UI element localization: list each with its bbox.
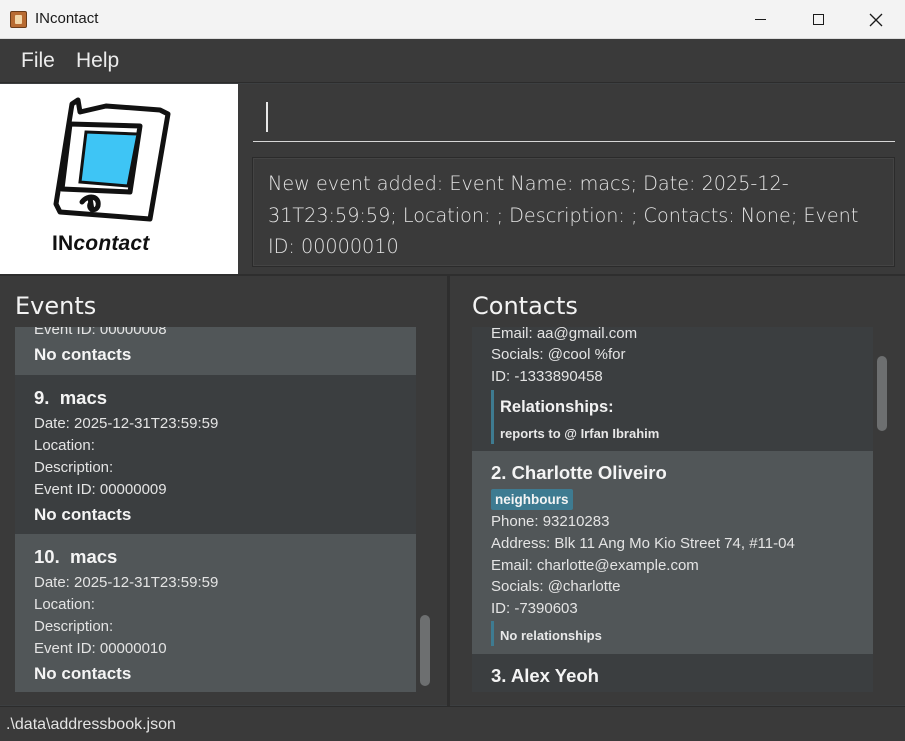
event-description: Description: bbox=[34, 459, 114, 476]
event-id: Event ID: 00000008 bbox=[34, 327, 167, 338]
column-divider[interactable] bbox=[447, 276, 450, 706]
title-bar: INcontact bbox=[0, 0, 905, 39]
text-caret bbox=[266, 102, 268, 132]
event-contacts: No contacts bbox=[34, 345, 132, 364]
close-icon bbox=[869, 13, 883, 26]
tablet-logo-icon bbox=[53, 97, 171, 222]
contact-tag: neighbours bbox=[491, 489, 573, 510]
panel-divider bbox=[0, 274, 905, 276]
relationship-item: reports to @ Irfan Ibrahim bbox=[500, 426, 660, 441]
contact-id: ID: -7390603 bbox=[491, 600, 578, 617]
contact-card[interactable]: 3. Alex Yeoh bbox=[472, 654, 873, 692]
contacts-scrollbar-thumb[interactable] bbox=[877, 356, 887, 431]
event-id: Event ID: 00000010 bbox=[34, 640, 167, 657]
maximize-icon bbox=[812, 14, 824, 25]
contact-email: Email: aa@gmail.com bbox=[491, 327, 638, 342]
save-location: .\data\addressbook.json bbox=[6, 716, 176, 733]
contact-name: 2. Charlotte Oliveiro bbox=[491, 462, 667, 483]
logo-panel: INcontact bbox=[0, 84, 238, 274]
status-bar: .\data\addressbook.json bbox=[0, 706, 905, 741]
event-contacts: No contacts bbox=[34, 505, 132, 524]
logo-text: INcontact bbox=[52, 232, 150, 255]
events-list[interactable]: Event ID: 00000008 No contacts 9. macs D… bbox=[15, 327, 416, 692]
event-location: Location: bbox=[34, 437, 95, 454]
relationship-bar bbox=[491, 390, 494, 444]
contact-address: Address: Blk 11 Ang Mo Kio Street 74, #1… bbox=[491, 535, 795, 552]
event-date: Date: 2025-12-31T23:59:59 bbox=[34, 415, 219, 432]
contacts-heading: Contacts bbox=[472, 292, 578, 320]
event-description: Description: bbox=[34, 618, 114, 635]
event-card[interactable]: Event ID: 00000008 No contacts bbox=[15, 327, 416, 375]
contact-name: 3. Alex Yeoh bbox=[491, 665, 599, 686]
minimize-button[interactable] bbox=[731, 0, 789, 39]
relationships-title: Relationships: bbox=[500, 398, 614, 416]
window-title: INcontact bbox=[35, 10, 99, 27]
events-scrollbar-thumb[interactable] bbox=[420, 615, 430, 686]
result-display: New event added: Event Name: macs; Date:… bbox=[252, 157, 895, 267]
maximize-button[interactable] bbox=[789, 0, 847, 39]
contact-id: ID: -1333890458 bbox=[491, 368, 603, 385]
close-button[interactable] bbox=[847, 0, 905, 39]
contact-card[interactable]: Email: aa@gmail.com Socials: @cool %for … bbox=[472, 327, 873, 451]
contacts-list[interactable]: Email: aa@gmail.com Socials: @cool %for … bbox=[472, 327, 873, 692]
menu-bar: File Help bbox=[0, 39, 905, 83]
event-card[interactable]: 10. macs Date: 2025-12-31T23:59:59 Locat… bbox=[15, 534, 416, 692]
event-title: 9. macs bbox=[34, 387, 108, 408]
contact-socials: Socials: @charlotte bbox=[491, 578, 621, 595]
contact-email: Email: charlotte@example.com bbox=[491, 557, 699, 574]
contact-card[interactable]: 2. Charlotte Oliveiro neighbours Phone: … bbox=[472, 451, 873, 654]
event-id: Event ID: 00000009 bbox=[34, 481, 167, 498]
minimize-icon bbox=[754, 19, 766, 20]
menu-help[interactable]: Help bbox=[76, 49, 119, 73]
command-input[interactable] bbox=[253, 92, 895, 142]
relationships-empty: No relationships bbox=[500, 628, 602, 643]
event-contacts: No contacts bbox=[34, 664, 132, 683]
event-date: Date: 2025-12-31T23:59:59 bbox=[34, 574, 219, 591]
events-heading: Events bbox=[15, 292, 97, 320]
event-title: 10. macs bbox=[34, 546, 118, 567]
relationship-bar bbox=[491, 621, 494, 646]
event-card[interactable]: 9. macs Date: 2025-12-31T23:59:59 Locati… bbox=[15, 375, 416, 534]
contact-phone: Phone: 93210283 bbox=[491, 513, 610, 530]
app-icon bbox=[10, 11, 27, 28]
event-location: Location: bbox=[34, 596, 95, 613]
contact-socials: Socials: @cool %for bbox=[491, 346, 626, 363]
result-text: New event added: Event Name: macs; Date:… bbox=[268, 172, 859, 258]
menu-file[interactable]: File bbox=[21, 49, 55, 73]
